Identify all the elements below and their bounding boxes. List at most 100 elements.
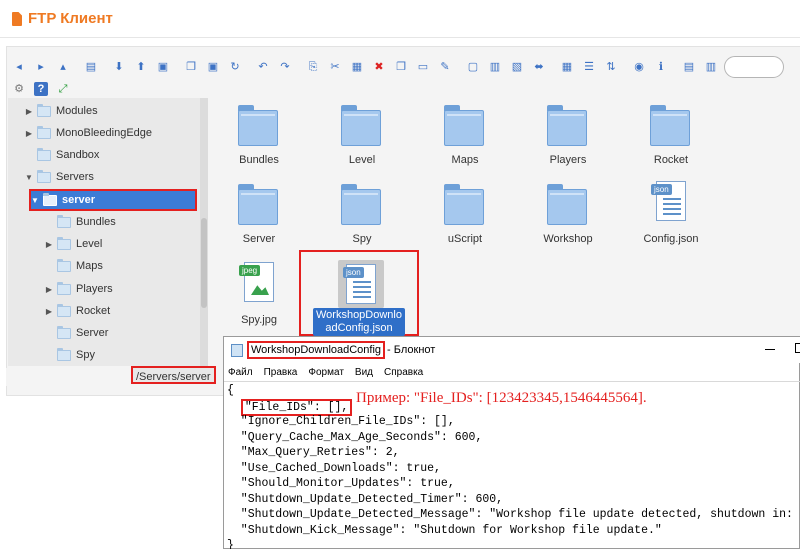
file-name: Rocket [653, 154, 689, 166]
tree-item-maps[interactable]: Maps [44, 256, 103, 276]
tree-item-spy[interactable]: Spy [44, 345, 95, 365]
file-item-spy[interactable]: Spy [317, 181, 407, 261]
text-line: "Shutdown_Update_Detected_Timer": 600, [227, 492, 504, 506]
menu-item[interactable]: Вид [355, 367, 373, 378]
back-icon[interactable]: ◂ [12, 60, 26, 74]
selected-file-name[interactable]: WorkshopDownlo adConfig.json [313, 308, 405, 336]
copy-page-icon[interactable]: ❐ [184, 60, 198, 74]
server-icon[interactable]: ▤ [84, 60, 98, 74]
list-view-icon[interactable]: ☰ [582, 60, 596, 74]
tree-item-level[interactable]: ▶ Level [44, 234, 102, 254]
delete-icon[interactable]: ✖ [372, 60, 386, 74]
folder-icon [57, 258, 71, 272]
tree-item-rocket[interactable]: ▶ Rocket [44, 301, 110, 321]
file-item-rocket[interactable]: Rocket [626, 102, 716, 182]
chevron-down-icon[interactable]: ▼ [24, 173, 34, 182]
resize-icon[interactable]: ⬌ [532, 60, 546, 74]
selected-file-icon[interactable]: json [338, 260, 384, 308]
file-item-level[interactable]: Level [317, 102, 407, 182]
fullscreen-icon[interactable]: ⤢ [56, 82, 70, 96]
upload-icon[interactable]: ⬆ [134, 60, 148, 74]
tree-item-monobleedingedge[interactable]: ▶ MonoBleedingEdge [24, 123, 152, 143]
edit-icon[interactable]: ✎ [438, 60, 452, 74]
grid-view-icon[interactable]: ▦ [560, 60, 574, 74]
tree-scrollbar[interactable] [200, 98, 208, 366]
json-file-icon: json [343, 264, 376, 304]
file-name: Workshop [543, 233, 593, 245]
tree-item-label: Spy [76, 349, 95, 361]
tree-item-server[interactable]: Server [44, 323, 108, 343]
chevron-right-icon[interactable]: ▶ [24, 107, 34, 116]
archive-icon[interactable]: ▥ [488, 60, 502, 74]
search-input[interactable] [724, 56, 784, 78]
text-line: } [227, 539, 234, 549]
chevron-right-icon[interactable]: ▶ [24, 129, 34, 138]
rename-icon[interactable]: ▭ [416, 60, 430, 74]
text-line: "Shutdown_Kick_Message": "Shutdown for W… [227, 523, 662, 537]
preview-icon[interactable]: ◉ [632, 60, 646, 74]
undo-icon[interactable]: ↶ [256, 60, 270, 74]
tree-item-players[interactable]: ▶ Players [44, 279, 113, 299]
folder-icon [57, 347, 71, 361]
open-icon[interactable]: ▢ [466, 60, 480, 74]
paste-icon[interactable]: ▦ [350, 60, 364, 74]
save-copy-icon[interactable]: ▣ [206, 60, 220, 74]
duplicate-icon[interactable]: ❐ [394, 60, 408, 74]
file-item-server[interactable]: Server [214, 181, 304, 261]
forward-icon[interactable]: ▸ [34, 60, 48, 74]
cut-icon[interactable]: ✂ [328, 60, 342, 74]
file-icon [12, 11, 22, 26]
file-item-players[interactable]: Players [523, 102, 613, 182]
select-all-icon[interactable]: ▤ [682, 60, 696, 74]
folder-icon [57, 281, 71, 295]
folder-icon [57, 236, 71, 250]
maximize-button[interactable] [795, 343, 800, 353]
menu-item[interactable]: Справка [384, 367, 423, 378]
info-icon[interactable]: ℹ [654, 60, 668, 74]
chevron-right-icon[interactable]: ▶ [44, 240, 54, 249]
settings-icon[interactable]: ⚙ [12, 82, 26, 96]
folder-icon [57, 325, 71, 339]
chevron-right-icon[interactable]: ▶ [44, 307, 54, 316]
help-icon[interactable]: ? [34, 82, 48, 96]
file-item-workshop[interactable]: Workshop [523, 181, 613, 261]
example-annotation: Пример: "File_IDs": [123423345,154644556… [356, 390, 647, 406]
tree-item-sandbox[interactable]: Sandbox [24, 145, 99, 165]
text-line: "Query_Cache_Max_Age_Seconds": 600, [227, 430, 483, 444]
notepad-window: WorkshopDownloadConfig - Блокнот Файл Пра… [223, 336, 800, 549]
tree-item-bundles[interactable]: Bundles [44, 212, 116, 232]
folder-icon [238, 105, 278, 146]
menu-item[interactable]: Правка [264, 367, 298, 378]
tree-item-servers[interactable]: ▼ Servers [24, 167, 94, 187]
tree-item-label: Server [76, 327, 109, 339]
copy-icon[interactable]: ⎘ [306, 60, 320, 74]
up-icon[interactable]: ▴ [56, 60, 70, 74]
file-name: Spy.jpg [241, 314, 277, 326]
file-item-bundles[interactable]: Bundles [214, 102, 304, 182]
file-item-maps[interactable]: Maps [420, 102, 510, 182]
extract-icon[interactable]: ▧ [510, 60, 524, 74]
sort-icon[interactable]: ⇅ [604, 60, 618, 74]
scrollbar-thumb[interactable] [201, 218, 207, 308]
file-name: Bundles [239, 154, 279, 166]
chevron-right-icon[interactable]: ▶ [44, 285, 54, 294]
tree-item-server[interactable]: ▼ server [30, 190, 196, 210]
ftp-client-app: FTP Клиент ◂ ▸ ▴ ▤ ⬇ ⬆ ▣ ❐ ▣ ↻ ↶ ↷ ⎘ ✂ ▦ ✖ ❐ ▭ ✎ ▢ ▥ ▧ ⬌ ▦ ☰ ⇅ ◉ ℹ ▤… [0, 0, 800, 549]
redo-icon[interactable]: ↷ [278, 60, 292, 74]
folder-icon [57, 303, 71, 317]
save-icon[interactable]: ▣ [156, 60, 170, 74]
minimize-button[interactable] [764, 343, 776, 355]
menu-item[interactable]: Файл [228, 367, 253, 378]
chevron-down-icon[interactable]: ▼ [30, 196, 40, 205]
tree-item-label: Sandbox [56, 149, 100, 161]
text-line: "Ignore_Children_File_IDs": [], [227, 415, 455, 428]
tree-item-modules[interactable]: ▶ Modules [24, 101, 98, 121]
file-item-uscript[interactable]: uScript [420, 181, 510, 261]
refresh-icon[interactable]: ↻ [228, 60, 242, 74]
file-item-config-json[interactable]: json Config.json [626, 181, 716, 261]
file-item-spy-jpg[interactable]: jpeg Spy.jpg [214, 262, 304, 342]
picture-icon [251, 285, 269, 295]
menu-item[interactable]: Формат [308, 367, 344, 378]
invert-selection-icon[interactable]: ▥ [704, 60, 718, 74]
download-icon[interactable]: ⬇ [112, 60, 126, 74]
